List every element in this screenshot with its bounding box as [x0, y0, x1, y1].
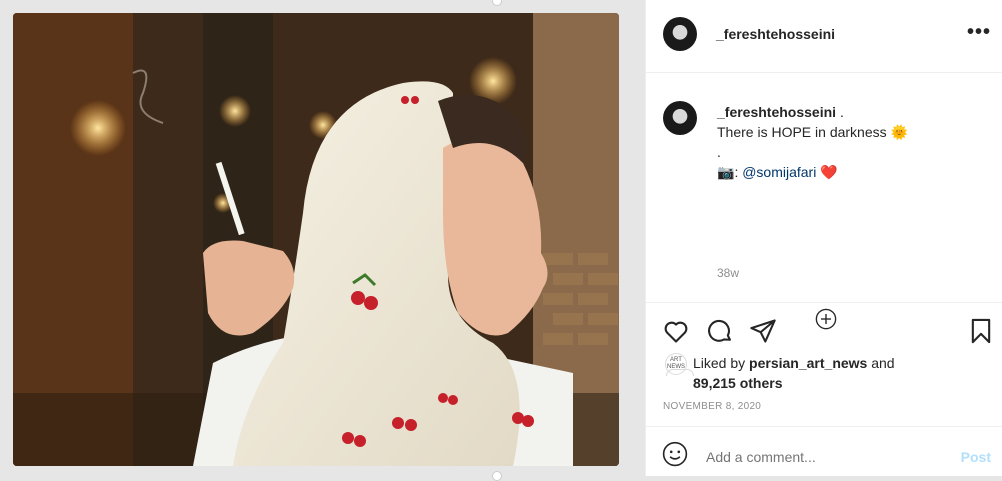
caption-text: _fereshtehosseini . There is HOPE in dar…	[717, 102, 908, 182]
caption-avatar[interactable]	[663, 101, 697, 135]
heart-emoji-icon: ❤️	[820, 164, 838, 180]
photo-illustration	[13, 13, 619, 466]
save-bookmark-icon[interactable]	[967, 317, 995, 345]
action-bar: ART NEWS Liked by persian_art_news and 8…	[646, 302, 1002, 427]
likes-summary: Liked by persian_art_news and 89,215 oth…	[693, 353, 895, 393]
like-heart-icon[interactable]	[662, 317, 690, 345]
likes-count[interactable]: 89,215 others	[693, 375, 783, 391]
post-photo[interactable]	[13, 13, 619, 466]
post-date[interactable]: NOVEMBER 8, 2020	[663, 401, 761, 412]
post-comment-button[interactable]: Post	[961, 449, 991, 465]
caption-line-2: .	[717, 144, 721, 160]
caption-dot: .	[839, 104, 844, 120]
comment-input[interactable]	[706, 449, 936, 465]
carousel-dot-bottom	[492, 471, 502, 481]
carousel-dot-top	[492, 0, 502, 6]
header-username[interactable]: _fereshtehosseini	[716, 26, 835, 42]
post-header: _fereshtehosseini •••	[646, 0, 1002, 73]
camera-icon: 📷	[717, 164, 735, 180]
photographer-mention[interactable]: @somijafari	[742, 164, 816, 180]
post-panel: _fereshtehosseini ••• _fereshtehosseini …	[645, 0, 1002, 476]
liker-username[interactable]: persian_art_news	[749, 355, 867, 371]
caption-section: _fereshtehosseini . There is HOPE in dar…	[646, 73, 1002, 376]
liker-avatar[interactable]: ART NEWS	[665, 353, 687, 375]
comment-bar: Post	[646, 426, 1002, 477]
caption-username[interactable]: _fereshtehosseini	[717, 104, 836, 120]
comment-bubble-icon[interactable]	[706, 317, 734, 345]
caption-line-1: There is HOPE in darkness	[717, 124, 887, 140]
emoji-picker-icon[interactable]	[662, 441, 688, 467]
likes-and: and	[867, 355, 895, 371]
share-paper-plane-icon[interactable]	[749, 317, 777, 345]
more-options-icon[interactable]: •••	[967, 21, 991, 44]
post-age[interactable]: 38w	[717, 266, 739, 280]
likes-prefix: Liked by	[693, 355, 750, 371]
sun-icon: 🌞	[890, 124, 908, 140]
avatar[interactable]	[663, 17, 697, 51]
